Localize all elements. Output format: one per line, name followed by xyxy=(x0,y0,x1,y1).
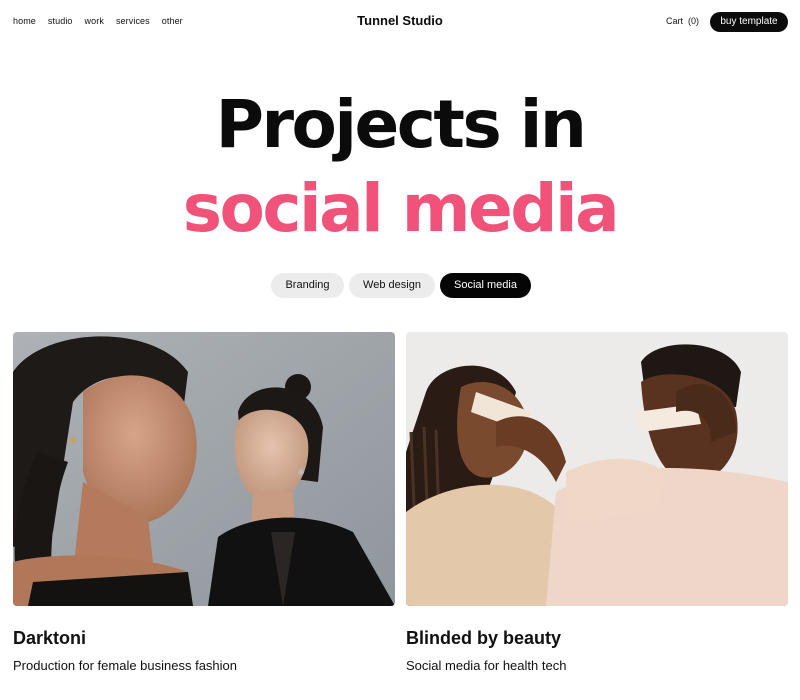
project-card[interactable]: Blinded by beauty Social media for healt… xyxy=(406,332,788,673)
project-subtitle: Social media for health tech xyxy=(406,658,567,673)
nav-links: home studio work services other xyxy=(13,16,183,26)
filter-social-media[interactable]: Social media xyxy=(440,273,531,298)
nav-link-work[interactable]: work xyxy=(85,16,104,26)
category-filter: Branding Web design Social media xyxy=(271,273,531,298)
nav-link-services[interactable]: services xyxy=(116,16,150,26)
buy-template-button[interactable]: buy template xyxy=(710,12,788,32)
project-card[interactable]: Darktoni Production for female business … xyxy=(13,332,395,673)
project-image-darktoni[interactable] xyxy=(13,332,395,606)
filter-web-design[interactable]: Web design xyxy=(349,273,435,298)
brand-logo[interactable]: Tunnel Studio xyxy=(357,13,443,28)
nav-link-home[interactable]: home xyxy=(13,16,36,26)
portrait-photo xyxy=(13,332,395,606)
nav-link-studio[interactable]: studio xyxy=(48,16,73,26)
page: home studio work services other Tunnel S… xyxy=(0,0,800,700)
project-title[interactable]: Darktoni xyxy=(13,628,86,649)
project-subtitle: Production for female business fashion xyxy=(13,658,238,673)
hero-title-line2: social media xyxy=(182,170,620,247)
photo-two-people xyxy=(406,332,788,606)
filter-branding[interactable]: Branding xyxy=(271,273,344,298)
cart-link[interactable]: Cart (0) xyxy=(666,16,699,26)
top-nav: home studio work services other Tunnel S… xyxy=(0,0,800,44)
nav-link-other[interactable]: other xyxy=(162,16,183,26)
hero-title-line1: Projects in xyxy=(215,86,587,163)
project-image-blinded-by-beauty[interactable] xyxy=(406,332,788,606)
project-title[interactable]: Blinded by beauty xyxy=(406,628,561,649)
